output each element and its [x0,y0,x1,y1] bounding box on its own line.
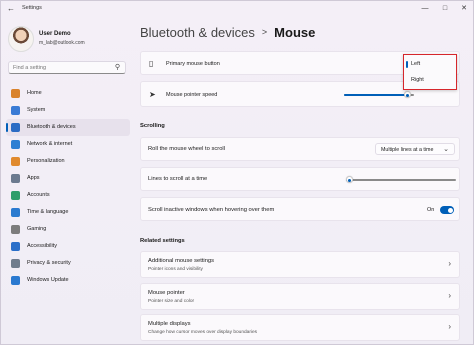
roll-wheel-value: Multiple lines at a time [381,147,434,153]
pointer-speed-label: Mouse pointer speed [166,92,218,98]
scroll-inactive-card: Scroll inactive windows when hovering ov… [140,197,460,221]
sidebar-item-gaming[interactable]: Gaming [6,221,130,238]
scroll-inactive-state: On [427,207,435,213]
pointer-speed-thumb[interactable] [403,91,411,98]
primary-button-label: Primary mouse button [166,61,220,67]
personalization-icon [11,157,20,166]
related-item[interactable]: Additional mouse settings Pointer icons … [140,251,460,278]
scrolling-header: Scrolling [140,123,165,129]
roll-wheel-dropdown[interactable]: Multiple lines at a time ⌄ [375,143,455,155]
avatar[interactable] [8,26,34,52]
chevron-right-icon: › [448,259,451,268]
scroll-inactive-label: Scroll inactive windows when hovering ov… [148,207,275,213]
window-title: Settings [22,5,42,11]
lines-to-scroll-track[interactable] [346,179,456,181]
menu-item-label: Right [411,77,424,83]
breadcrumb-parent[interactable]: Bluetooth & devices [140,25,255,40]
gaming-icon [11,225,20,234]
maximize-button[interactable]: □ [439,3,451,15]
sidebar-nav: Home System Bluetooth & devices Network & i… [6,85,130,289]
related-item-title: Additional mouse settings [148,258,215,264]
scroll-inactive-toggle[interactable] [440,206,454,214]
accounts-icon [11,191,20,200]
sidebar-item-label: Apps [27,175,40,181]
sidebar-item-network-internet[interactable]: Network & internet [6,136,130,153]
sidebar-item-home[interactable]: Home [6,85,130,102]
sidebar-item-accessibility[interactable]: Accessibility [6,238,130,255]
mouse-icon: ▯ [149,59,154,68]
sidebar-item-label: Privacy & security [27,260,71,266]
sidebar-item-label: System [27,107,46,113]
related-item-title: Mouse pointer [148,290,185,296]
sidebar-item-label: Gaming [27,226,47,232]
chevron-right-icon: › [448,291,451,300]
sidebar-item-windows-update[interactable]: Windows Update [6,272,130,289]
related-item-subtitle: Change how cursor moves over display bou… [148,330,258,335]
apps-icon [11,174,20,183]
primary-button-menu: Left Right [403,54,457,90]
time-language-icon [11,208,20,217]
sidebar-item-bluetooth-devices[interactable]: Bluetooth & devices [6,119,130,136]
shield-icon [11,259,20,268]
chevron-right-icon: › [448,322,451,331]
sidebar-item-accounts[interactable]: Accounts [6,187,130,204]
home-icon [11,89,20,98]
sidebar-item-apps[interactable]: Apps [6,170,130,187]
sidebar-item-label: Windows Update [27,277,69,283]
network-icon [11,140,20,149]
menu-item-right[interactable]: Right [405,73,455,88]
menu-item-label: Left [411,61,421,67]
related-item-subtitle: Pointer size and color [148,299,195,304]
minimize-button[interactable]: — [419,3,431,15]
breadcrumb: Bluetooth & devices > Mouse [140,25,315,40]
close-button[interactable]: ✕ [458,3,470,15]
related-item[interactable]: Multiple displays Change how cursor move… [140,314,460,341]
system-icon [11,106,20,115]
settings-window: ← Settings — □ ✕ User Demo m_lab@outlook… [0,0,474,345]
search-box[interactable]: ⚲ [8,61,126,74]
sidebar-item-label: Personalization [27,158,65,164]
related-item-title: Multiple displays [148,321,191,327]
sidebar-item-personalization[interactable]: Personalization [6,153,130,170]
sidebar-item-system[interactable]: System [6,102,130,119]
sidebar-item-label: Time & language [27,209,69,215]
user-name: User Demo [39,31,71,37]
page-title: Mouse [274,25,316,40]
title-bar: ← Settings — □ ✕ [1,1,473,17]
windows-update-icon [11,276,20,285]
roll-wheel-label: Roll the mouse wheel to scroll [148,146,226,152]
lines-to-scroll-card: Lines to scroll at a time [140,167,460,191]
lines-to-scroll-thumb[interactable] [345,176,353,183]
related-item-subtitle: Pointer icons and visibility [148,267,203,272]
lines-to-scroll-label: Lines to scroll at a time [148,176,208,182]
sidebar-item-privacy-security[interactable]: Privacy & security [6,255,130,272]
breadcrumb-separator: > [261,27,268,37]
sidebar-item-label: Accessibility [27,243,57,249]
back-arrow-icon[interactable]: ← [7,4,15,13]
search-icon[interactable]: ⚲ [115,63,120,71]
sidebar-item-label: Home [27,90,42,96]
sidebar-item-time-language[interactable]: Time & language [6,204,130,221]
accessibility-icon [11,242,20,251]
pointer-speed-fill [344,94,407,96]
search-input[interactable] [13,63,111,73]
sidebar-item-label: Accounts [27,192,50,198]
menu-item-left[interactable]: Left [405,57,455,72]
related-item[interactable]: Mouse pointer Pointer size and color › [140,283,460,310]
related-settings-header: Related settings [140,238,185,244]
chevron-down-icon: ⌄ [443,146,449,153]
sidebar-item-label: Network & internet [27,141,73,147]
bluetooth-icon [11,123,20,132]
pointer-icon: ➤ [149,90,156,99]
user-email: m_lab@outlook.com [39,40,85,46]
sidebar-item-label: Bluetooth & devices [27,124,76,130]
